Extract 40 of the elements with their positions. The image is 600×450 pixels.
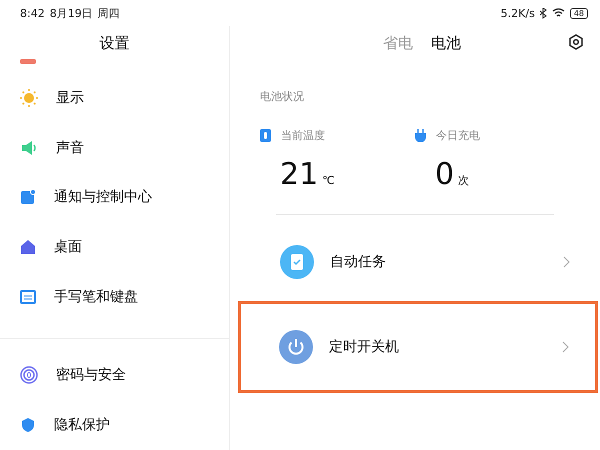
chevron-right-icon: [562, 341, 569, 353]
sidebar-title: 设置: [98, 33, 130, 54]
wifi-icon: [552, 8, 565, 18]
bar-icon: [20, 59, 36, 64]
settings-icon[interactable]: [568, 34, 584, 50]
sidebar-item[interactable]: 密码与安全: [0, 350, 229, 400]
stat-value: 0: [435, 157, 454, 192]
clipboard-icon: [280, 245, 314, 279]
highlighted-menu-row[interactable]: 定时开关机: [238, 301, 598, 393]
section-title: 电池状况: [260, 89, 305, 104]
home-icon: [20, 238, 36, 255]
plug-icon: [415, 129, 426, 142]
stat-unit: ℃: [322, 174, 335, 187]
tab[interactable]: 电池: [431, 34, 461, 53]
sidebar-item[interactable]: 声音: [0, 122, 229, 172]
sun-icon: [20, 88, 38, 107]
status-date: 8月19日: [50, 6, 93, 20]
notification-icon: [20, 189, 36, 206]
sidebar-item[interactable]: 通知与控制中心: [0, 172, 229, 222]
sidebar-item[interactable]: 隐私保护: [0, 400, 229, 450]
fingerprint-icon: [20, 366, 38, 384]
menu-row[interactable]: 自动任务: [260, 229, 584, 295]
status-weekday: 周四: [98, 6, 120, 20]
speaker-icon: [20, 140, 38, 156]
chevron-right-icon: [563, 256, 570, 268]
keyboard-icon: [20, 290, 36, 304]
stat-value: 21: [280, 157, 318, 192]
battery-indicator: 48: [570, 8, 588, 18]
shield-icon: [20, 417, 36, 434]
network-speed: 5.2K/s: [500, 6, 535, 20]
bluetooth-icon: [540, 8, 547, 18]
thermometer-icon: [260, 129, 271, 142]
power-icon: [279, 330, 313, 364]
stat-unit: 次: [458, 173, 470, 188]
sidebar-item[interactable]: 显示: [0, 72, 229, 123]
stat-label: 当前温度: [281, 128, 325, 143]
sidebar-item[interactable]: 桌面: [0, 222, 229, 272]
status-time: 8:42: [20, 6, 45, 20]
stat-label: 今日充电: [436, 128, 480, 143]
sidebar-item[interactable]: 手写笔和键盘: [0, 272, 229, 322]
